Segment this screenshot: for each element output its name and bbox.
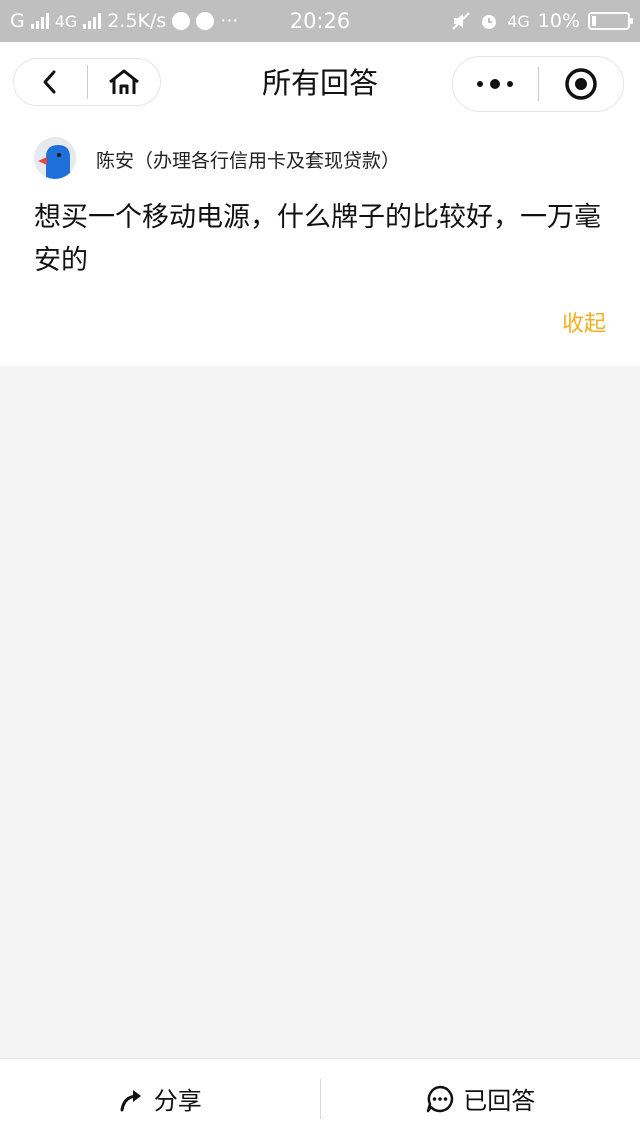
nav-capsule-left [13, 58, 161, 106]
answered-button[interactable]: 已回答 [321, 1059, 640, 1138]
share-button[interactable]: 分享 [0, 1059, 320, 1138]
app-notification-icon [172, 12, 191, 30]
more-notifications-icon: ··· [220, 10, 239, 32]
nav-capsule-right [452, 56, 624, 112]
more-button[interactable] [453, 57, 538, 111]
home-icon [108, 69, 139, 94]
alarm-icon [482, 15, 497, 29]
network-label: G [10, 10, 25, 32]
bottom-bar: 分享 已回答 [0, 1058, 640, 1138]
home-button[interactable] [88, 59, 161, 105]
more-dots-icon [477, 79, 514, 89]
user-name[interactable]: 陈安（办理各行信用卡及套现贷款） [96, 146, 400, 173]
back-button[interactable] [14, 59, 87, 105]
network-type-label: 4G [54, 11, 78, 31]
mute-icon [452, 12, 470, 30]
collapse-link[interactable]: 收起 [562, 306, 606, 338]
close-button[interactable] [539, 57, 624, 111]
battery-icon [588, 12, 633, 30]
answered-label: 已回答 [463, 1087, 536, 1115]
close-target-icon [565, 68, 597, 100]
bird-avatar-icon [34, 137, 76, 179]
avatar[interactable] [34, 137, 76, 179]
network-speed: 2.5K/s [107, 10, 167, 32]
question-text: 想买一个移动电源，什么牌子的比较好，一万毫安的 [34, 202, 601, 276]
nav-bar: 所有回答 [0, 42, 640, 128]
comment-icon [427, 1085, 454, 1112]
share-label: 分享 [153, 1087, 202, 1115]
network-type-label-2: 4G [507, 11, 530, 31]
battery-percent: 10% [537, 10, 580, 32]
question-card: 陈安（办理各行信用卡及套现贷款） 想买一个移动电源，什么牌子的比较好，一万毫安的… [0, 128, 640, 366]
signal-icon-2 [83, 13, 102, 29]
back-arrow-icon [43, 70, 56, 94]
status-bar: G 4G 2.5K/s ··· 20:26 4G 10% [0, 0, 640, 42]
share-icon [120, 1089, 141, 1111]
media-notification-icon [196, 12, 215, 30]
signal-icon [30, 13, 49, 29]
